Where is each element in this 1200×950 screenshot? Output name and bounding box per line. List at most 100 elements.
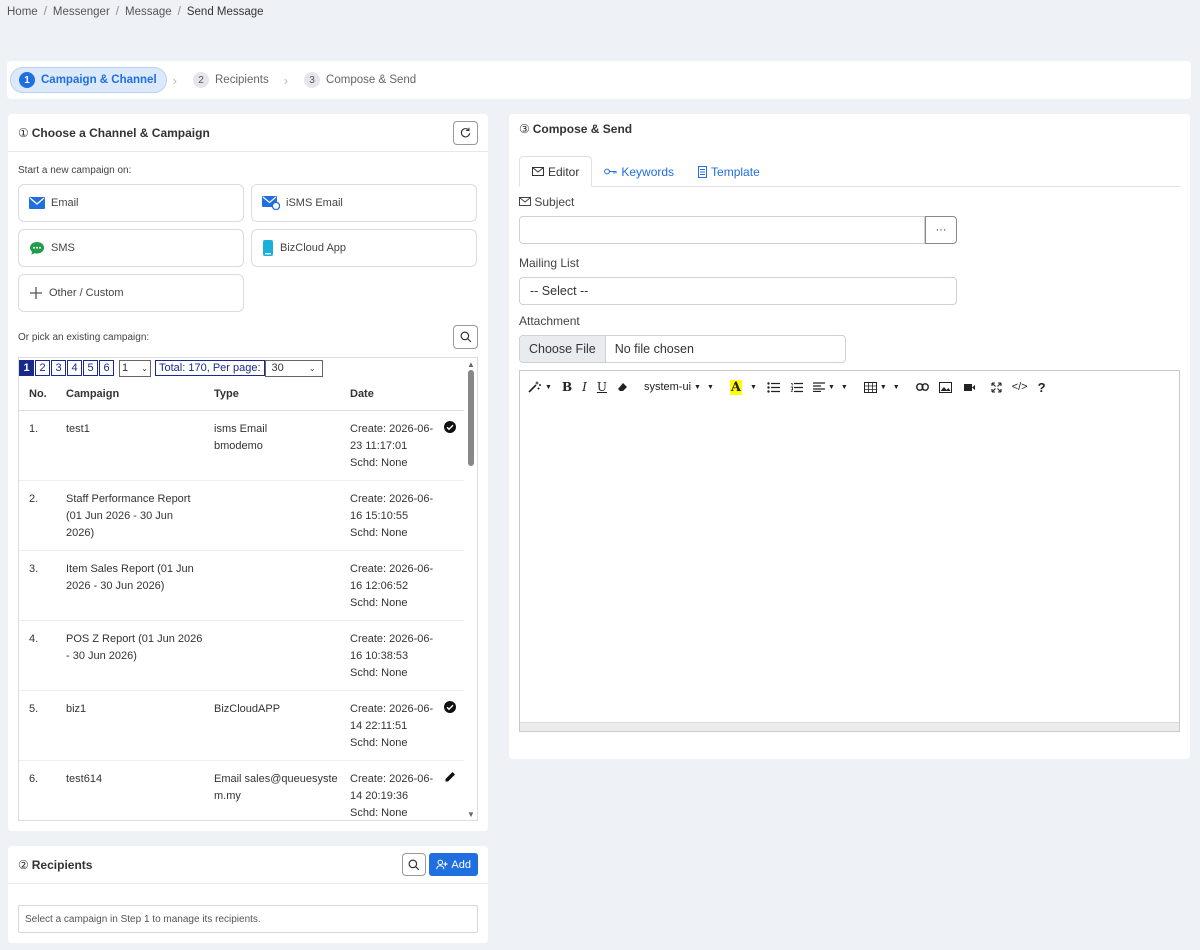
cell-no: 2. xyxy=(19,480,56,551)
refresh-button[interactable] xyxy=(453,120,478,145)
page-select[interactable]: 1 ⌄ xyxy=(119,359,151,377)
tab-keywords[interactable]: Keywords xyxy=(592,156,686,187)
subject-label: Subject xyxy=(534,195,575,209)
page-link[interactable]: 3 xyxy=(51,360,66,376)
help-icon[interactable]: ? xyxy=(1038,380,1046,395)
step-label: Recipients xyxy=(215,74,269,86)
key-icon xyxy=(604,168,617,175)
campaign-card-header: ① Choose a Channel & Campaign xyxy=(8,114,488,152)
chevron-down-icon: ▼ xyxy=(840,383,848,391)
editor-content-area[interactable] xyxy=(520,403,1179,722)
step-label: Compose & Send xyxy=(326,74,417,86)
breadcrumb-home[interactable]: Home xyxy=(7,6,38,18)
new-campaign-label: Start a new campaign on: xyxy=(18,165,132,176)
link-icon[interactable] xyxy=(915,383,929,391)
page-link[interactable]: 5 xyxy=(83,360,98,376)
phone-icon xyxy=(263,240,273,256)
table-scrollbar[interactable]: ▲ ▼ xyxy=(465,358,477,820)
cell-campaign: Staff Performance Report (01 Jun 2026 - … xyxy=(56,480,204,551)
chevron-down-icon: ▼ xyxy=(750,383,757,391)
chevron-down-icon: ⌄ xyxy=(141,363,148,373)
eraser-icon[interactable] xyxy=(617,382,628,392)
table-row[interactable]: 5. biz1 BizCloudAPP Create: 2026-06-14 2… xyxy=(19,690,464,761)
tab-label: Editor xyxy=(548,164,580,179)
subject-input[interactable] xyxy=(519,216,925,244)
table-row[interactable]: 6. test614 Email sales@queuesystem.my Cr… xyxy=(19,760,464,820)
align-left-icon xyxy=(812,382,825,392)
magic-wand-icon xyxy=(528,381,541,393)
tab-template[interactable]: Template xyxy=(686,156,772,187)
channel-label: SMS xyxy=(51,242,75,254)
italic-icon[interactable]: I xyxy=(582,380,587,394)
bold-icon[interactable]: B xyxy=(562,380,572,394)
cell-campaign: test614 xyxy=(56,760,204,820)
column-header-status xyxy=(434,378,464,411)
code-view-icon[interactable]: </> xyxy=(1012,381,1028,393)
ordered-list-icon[interactable] xyxy=(790,382,803,393)
recipients-empty-note: Select a campaign in Step 1 to manage it… xyxy=(18,905,478,933)
page-link[interactable]: 6 xyxy=(99,360,114,376)
paragraph-align-button[interactable]: ▼ ▼ xyxy=(812,382,848,392)
scroll-up-icon[interactable]: ▲ xyxy=(467,360,475,369)
cell-no: 5. xyxy=(19,690,56,761)
step-campaign-channel[interactable]: 1 Campaign & Channel xyxy=(10,67,167,93)
channel-label: Other / Custom xyxy=(49,287,124,299)
channel-bizcloud-app-button[interactable]: BizCloud App xyxy=(251,229,477,267)
image-icon[interactable] xyxy=(938,381,952,393)
mailing-list-label: Mailing List xyxy=(519,256,580,270)
breadcrumb-message[interactable]: Message xyxy=(125,6,172,18)
channel-label: BizCloud App xyxy=(280,242,347,254)
per-page-select[interactable]: 30 ⌄ xyxy=(264,359,323,377)
channel-email-button[interactable]: Email xyxy=(18,184,244,222)
mailing-list-select[interactable]: -- Select -- xyxy=(519,277,957,305)
editor-toolbar: ▼ B I U system-ui ▼ ▼ A ▼ ▼ ▼ ▼ ▼ </> ? xyxy=(520,371,1179,403)
unordered-list-icon[interactable] xyxy=(767,381,780,393)
underline-icon[interactable]: U xyxy=(597,380,607,394)
table-button[interactable]: ▼ ▼ xyxy=(863,381,900,393)
attachment-label: Attachment xyxy=(519,314,580,328)
pager: 1 2 3 4 5 6 1 ⌄ Total: 170, Per page: 30 ⌄ xyxy=(19,359,323,377)
envelope-icon xyxy=(519,197,531,206)
table-row[interactable]: 1. test1 isms Email bmodemo Create: 2026… xyxy=(19,410,464,481)
refresh-icon xyxy=(460,127,471,138)
subject-more-button[interactable]: ··· xyxy=(925,216,957,244)
search-icon xyxy=(460,331,471,343)
channel-isms-email-button[interactable]: iSMS Email xyxy=(251,184,477,222)
editor-resize-bar[interactable] xyxy=(520,722,1179,731)
page-link[interactable]: 1 xyxy=(19,360,34,376)
cell-campaign: POS Z Report (01 Jun 2026 - 30 Jun 2026) xyxy=(56,620,204,691)
font-family-select[interactable]: system-ui ▼ ▼ xyxy=(644,381,714,393)
cell-campaign: biz1 xyxy=(56,690,204,761)
step-circled-number: ② xyxy=(18,857,29,872)
table-row[interactable]: 2. Staff Performance Report (01 Jun 2026… xyxy=(19,480,464,551)
cell-type: BizCloudAPP xyxy=(204,690,340,761)
fullscreen-icon[interactable] xyxy=(991,381,1002,393)
cell-status xyxy=(434,410,464,481)
tab-editor[interactable]: Editor xyxy=(519,156,593,187)
cell-no: 4. xyxy=(19,620,56,691)
page-link[interactable]: 2 xyxy=(35,360,50,376)
cell-date: Create: 2026-06-14 20:19:36 Schd: None xyxy=(340,760,434,820)
recipient-search-button[interactable] xyxy=(402,853,427,876)
recipients-card-header: ② Recipients Add xyxy=(8,846,488,884)
add-recipient-button[interactable]: Add xyxy=(429,853,478,876)
video-icon[interactable] xyxy=(962,383,975,392)
channel-sms-button[interactable]: SMS xyxy=(18,229,244,267)
scroll-down-icon[interactable]: ▼ xyxy=(467,810,475,819)
text-color-button[interactable]: A ▼ xyxy=(729,379,757,395)
breadcrumb-messenger[interactable]: Messenger xyxy=(53,6,110,18)
step-compose-send[interactable]: 3 Compose & Send xyxy=(296,67,425,93)
magic-style-button[interactable]: ▼ xyxy=(528,381,552,393)
choose-file-button[interactable]: Choose File xyxy=(520,336,606,362)
column-header: No. xyxy=(19,378,56,411)
step-recipients[interactable]: 2 Recipients xyxy=(185,67,278,93)
table-row[interactable]: 4. POS Z Report (01 Jun 2026 - 30 Jun 20… xyxy=(19,620,464,691)
breadcrumb-current: Send Message xyxy=(186,6,264,18)
channel-other-custom-button[interactable]: Other / Custom xyxy=(18,274,244,312)
per-page-value: 30 xyxy=(271,362,284,374)
attachment-file-input[interactable]: Choose File No file chosen xyxy=(519,335,846,363)
scrollbar-thumb[interactable] xyxy=(468,370,474,466)
campaign-search-button[interactable] xyxy=(453,325,478,349)
page-link[interactable]: 4 xyxy=(67,360,82,376)
table-row[interactable]: 3. Item Sales Report (01 Jun 2026 - 30 J… xyxy=(19,550,464,621)
